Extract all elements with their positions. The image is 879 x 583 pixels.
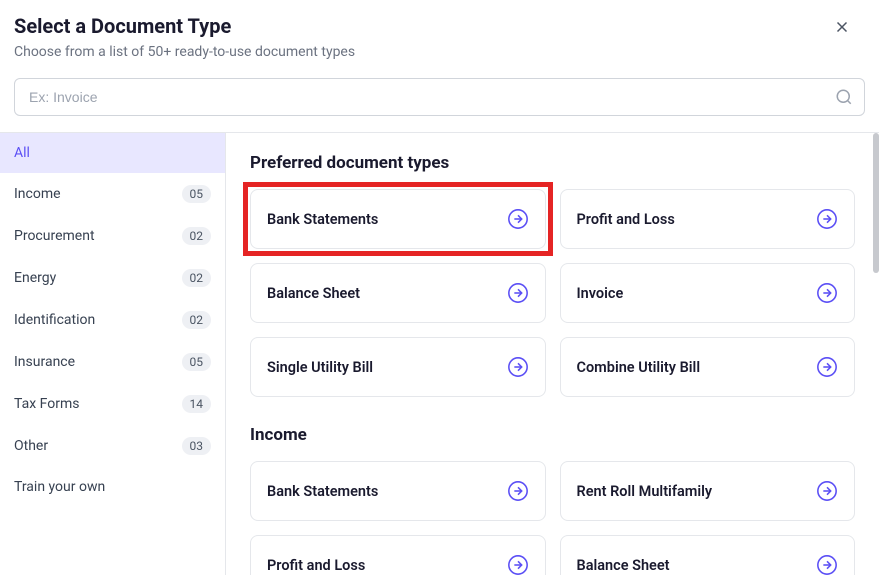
doc-type-card[interactable]: Rent Roll Multifamily (560, 461, 856, 521)
sidebar-item-label: Energy (14, 270, 56, 286)
sidebar-item-train-your-own[interactable]: Train your own (0, 467, 225, 507)
sidebar-item-insurance[interactable]: Insurance 05 (0, 341, 225, 383)
doc-type-card[interactable]: Balance Sheet (250, 263, 546, 323)
sidebar-item-label: Other (14, 438, 48, 454)
sidebar-item-tax-forms[interactable]: Tax Forms 14 (0, 383, 225, 425)
sidebar: AllIncome05Procurement02Energy02Identifi… (0, 133, 226, 575)
sidebar-item-label: Insurance (14, 354, 75, 370)
doc-card-label: Bank Statements (267, 483, 378, 500)
doc-card-label: Profit and Loss (577, 211, 675, 228)
arrow-circle-right-icon (816, 554, 838, 575)
arrow-circle-right-icon (816, 282, 838, 304)
close-button[interactable] (833, 18, 851, 36)
sidebar-item-income[interactable]: Income 05 (0, 173, 225, 215)
sidebar-item-label: All (14, 145, 30, 161)
content-wrapper: Preferred document types Bank Statements P… (250, 153, 855, 575)
doc-card-label: Invoice (577, 285, 624, 302)
search-icon (835, 88, 853, 106)
doc-card-label: Profit and Loss (267, 557, 365, 574)
arrow-circle-right-icon (816, 480, 838, 502)
doc-type-card[interactable]: Bank Statements (250, 189, 546, 249)
sidebar-item-procurement[interactable]: Procurement 02 (0, 215, 225, 257)
search-input[interactable] (14, 78, 865, 116)
doc-card-label: Balance Sheet (267, 285, 360, 302)
search-box (14, 78, 865, 116)
sidebar-item-label: Income (14, 186, 61, 202)
doc-type-card[interactable]: Balance Sheet (560, 535, 856, 575)
doc-card-label: Balance Sheet (577, 557, 670, 574)
sidebar-item-all[interactable]: All (0, 133, 225, 173)
card-grid: Bank Statements Rent Roll Multifamily Prof… (250, 461, 855, 575)
sidebar-item-count: 03 (182, 437, 212, 455)
section-title: Income (250, 425, 855, 445)
sidebar-item-count: 05 (182, 185, 212, 203)
doc-card-label: Single Utility Bill (267, 359, 373, 376)
arrow-circle-right-icon (816, 208, 838, 230)
doc-card-label: Rent Roll Multifamily (577, 483, 713, 500)
main-content: Preferred document types Bank Statements P… (226, 133, 879, 575)
modal-subtitle: Choose from a list of 50+ ready-to-use d… (14, 44, 865, 60)
sidebar-item-label: Identification (14, 312, 95, 328)
arrow-circle-right-icon (507, 554, 529, 575)
modal-title: Select a Document Type (14, 14, 865, 38)
sidebar-item-label: Train your own (14, 479, 105, 495)
sidebar-item-label: Procurement (14, 228, 95, 244)
sidebar-item-count: 02 (182, 269, 212, 287)
close-icon (833, 18, 851, 36)
doc-type-card[interactable]: Profit and Loss (560, 189, 856, 249)
card-grid: Bank Statements Profit and Loss Balance Sh… (250, 189, 855, 397)
sidebar-item-label: Tax Forms (14, 396, 79, 412)
sidebar-item-count: 05 (182, 353, 212, 371)
arrow-circle-right-icon (507, 356, 529, 378)
modal-body: AllIncome05Procurement02Energy02Identifi… (0, 132, 879, 575)
sidebar-item-energy[interactable]: Energy 02 (0, 257, 225, 299)
doc-card-label: Bank Statements (267, 211, 378, 228)
sidebar-item-count: 02 (182, 311, 212, 329)
arrow-circle-right-icon (507, 208, 529, 230)
scrollbar-track[interactable] (871, 133, 879, 575)
scrollbar-thumb[interactable] (873, 133, 879, 273)
doc-type-card[interactable]: Bank Statements (250, 461, 546, 521)
sidebar-item-other[interactable]: Other 03 (0, 425, 225, 467)
sidebar-item-count: 14 (182, 395, 212, 413)
arrow-circle-right-icon (507, 480, 529, 502)
sidebar-item-identification[interactable]: Identification 02 (0, 299, 225, 341)
doc-type-card[interactable]: Combine Utility Bill (560, 337, 856, 397)
doc-type-card[interactable]: Single Utility Bill (250, 337, 546, 397)
section-title: Preferred document types (250, 153, 855, 173)
doc-type-card[interactable]: Profit and Loss (250, 535, 546, 575)
modal-header: Select a Document Type Choose from a lis… (0, 0, 879, 70)
doc-type-card[interactable]: Invoice (560, 263, 856, 323)
arrow-circle-right-icon (816, 356, 838, 378)
arrow-circle-right-icon (507, 282, 529, 304)
search-container (0, 70, 879, 132)
doc-card-label: Combine Utility Bill (577, 359, 701, 376)
sidebar-item-count: 02 (182, 227, 212, 245)
